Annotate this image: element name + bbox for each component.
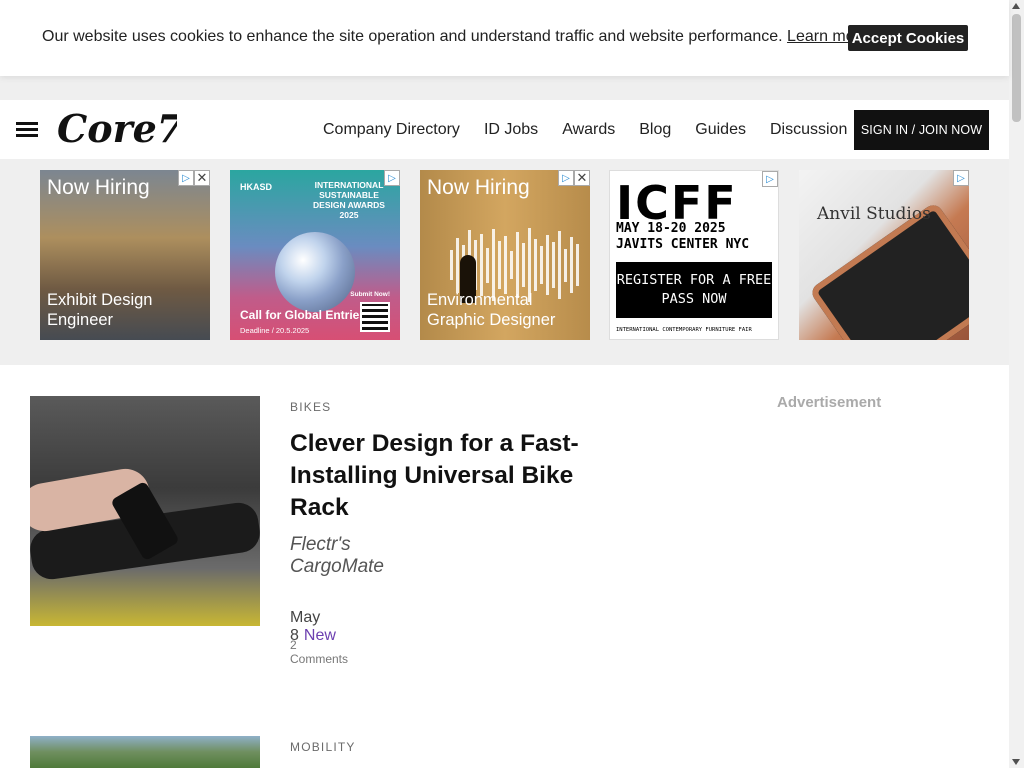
signin-join-button[interactable]: SIGN IN / JOIN NOW	[854, 110, 989, 150]
scroll-down-icon[interactable]	[1012, 759, 1020, 765]
nav-discussion[interactable]: Discussion	[770, 121, 847, 139]
ad-role-label: Environmental Graphic Designer	[427, 291, 556, 329]
ad-choices[interactable]: ▷	[384, 170, 400, 186]
ad-hiring-label: Now Hiring	[47, 176, 150, 199]
ad-logo: HKASD	[240, 182, 273, 192]
adchoices-icon[interactable]: ▷	[953, 170, 969, 186]
qr-code-icon	[360, 302, 390, 332]
ad-choices[interactable]: ▷	[953, 170, 969, 186]
nav-blog[interactable]: Blog	[639, 121, 671, 139]
ad-date: MAY 18-20 2025 JAVITS CENTER NYC	[616, 221, 750, 252]
ad-deadline: Deadline / 20.5.2025	[240, 326, 310, 335]
nav-id-jobs[interactable]: ID Jobs	[484, 121, 538, 139]
ad-icff-logo: ICFF	[616, 176, 738, 230]
main-nav: Company Directory ID Jobs Awards Blog Gu…	[323, 121, 871, 139]
article-category[interactable]: MOBILITY	[290, 740, 356, 754]
adchoices-icon[interactable]: ▷	[178, 170, 194, 186]
scroll-up-icon[interactable]	[1012, 3, 1020, 9]
cookie-text: Our website uses cookies to enhance the …	[42, 28, 783, 45]
ad-submit: Submit Now!	[350, 291, 390, 298]
cookie-banner: Our website uses cookies to enhance the …	[0, 0, 1009, 76]
site-header: Core77 Company Directory ID Jobs Awards …	[0, 100, 1009, 159]
logo-text: Core77	[57, 106, 177, 151]
nav-company-directory[interactable]: Company Directory	[323, 121, 460, 139]
core77-logo[interactable]: Core77	[55, 106, 177, 152]
nav-awards[interactable]: Awards	[562, 121, 615, 139]
ad-exhibit-design-engineer[interactable]: Now Hiring Exhibit Design Engineer ▷ ✕	[40, 170, 210, 340]
ad-role-label: Exhibit Design Engineer	[47, 291, 153, 329]
ad-choices[interactable]: ▷	[762, 171, 778, 187]
ad-environmental-graphic-designer[interactable]: Now Hiring Environmental Graphic Designe…	[420, 170, 590, 340]
ad-call: Call for Global Entries	[240, 308, 367, 322]
ad-anvil-studios[interactable]: Anvil Studios ▷	[799, 170, 969, 340]
accept-cookies-button[interactable]: Accept Cookies	[848, 25, 968, 51]
article-comments-link[interactable]: 2 Comments	[290, 638, 348, 666]
scrollbar-thumb[interactable]	[1012, 14, 1021, 122]
ad-small-print: INTERNATIONAL CONTEMPORARY FURNITURE FAI…	[616, 327, 752, 333]
close-icon[interactable]: ✕	[574, 170, 590, 186]
article-thumbnail[interactable]	[30, 396, 260, 626]
nav-guides[interactable]: Guides	[695, 121, 746, 139]
ad-register: REGISTER FOR A FREE PASS NOW	[616, 262, 772, 318]
article-title[interactable]: Clever Design for a Fast-Installing Univ…	[290, 428, 610, 524]
ad-sustainable-design-awards[interactable]: HKASD INTERNATIONAL SUSTAINABLE DESIGN A…	[230, 170, 400, 340]
ad-icff[interactable]: ICFF MAY 18-20 2025 JAVITS CENTER NYC RE…	[609, 170, 779, 340]
close-icon[interactable]: ✕	[194, 170, 210, 186]
ad-brand: Anvil Studios	[817, 204, 931, 224]
advertisement-label: Advertisement	[777, 394, 882, 411]
cookie-message: Our website uses cookies to enhance the …	[42, 28, 873, 46]
article-subtitle: Flectr's CargoMate	[290, 534, 384, 577]
adchoices-icon[interactable]: ▷	[558, 170, 574, 186]
adchoices-icon[interactable]: ▷	[762, 171, 778, 187]
ad-hiring-label: Now Hiring	[427, 176, 530, 199]
page-scrollbar[interactable]	[1009, 0, 1024, 768]
ad-headline: INTERNATIONAL SUSTAINABLE DESIGN AWARDS …	[313, 180, 385, 220]
article-category[interactable]: BIKES	[290, 400, 331, 414]
sphere-graphic	[275, 232, 355, 312]
ad-choices[interactable]: ▷ ✕	[178, 170, 210, 186]
adchoices-icon[interactable]: ▷	[384, 170, 400, 186]
ad-choices[interactable]: ▷ ✕	[558, 170, 590, 186]
article-thumbnail[interactable]	[30, 736, 260, 768]
menu-icon[interactable]	[16, 122, 38, 138]
